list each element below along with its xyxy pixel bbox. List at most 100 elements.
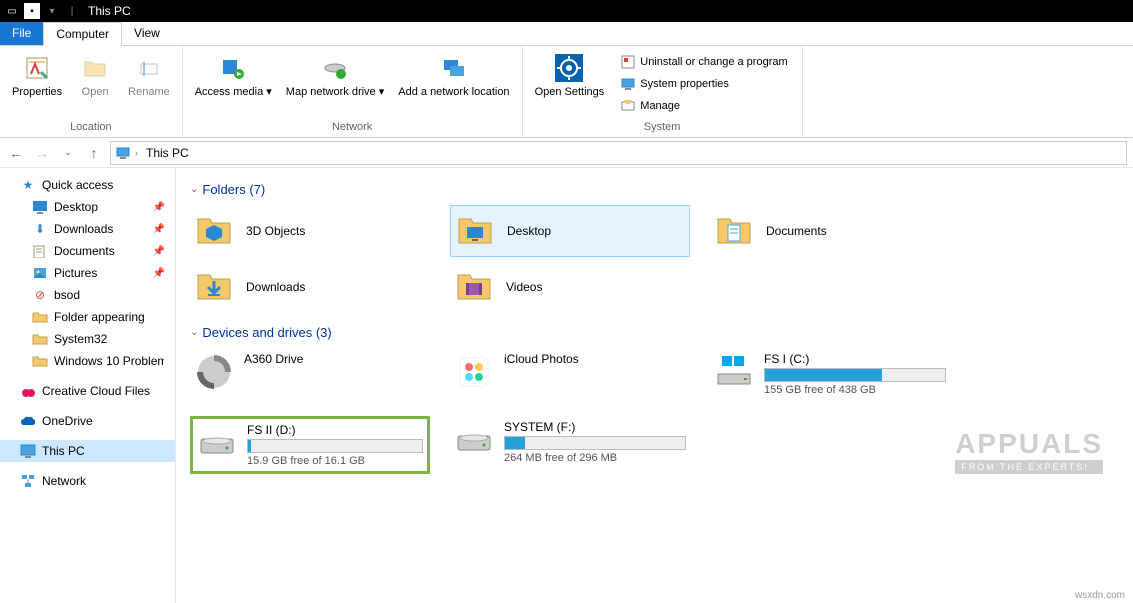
folder-item-videos[interactable]: Videos: [450, 261, 690, 313]
breadcrumb-sep: ›: [135, 148, 138, 158]
tab-computer[interactable]: Computer: [43, 22, 122, 46]
pin-icon: 📌: [153, 246, 165, 257]
drive-free-text: 155 GB free of 438 GB: [764, 384, 946, 396]
chevron-down-icon: ▾: [266, 86, 272, 98]
sidebar-this-pc[interactable]: This PC: [0, 440, 175, 462]
sidebar-item-folder-appearing[interactable]: Folder appearing: [0, 306, 175, 328]
folder-icon: [194, 267, 234, 307]
folder-icon: [32, 331, 48, 347]
drive-name: FS II (D:): [247, 423, 423, 437]
folder-label: Downloads: [246, 280, 305, 294]
pc-icon: [20, 443, 36, 459]
add-location-button[interactable]: Add a network location: [392, 48, 515, 103]
rename-button: Rename: [122, 48, 176, 103]
drive-icon: [454, 352, 494, 392]
manage-icon: [620, 98, 636, 114]
open-settings-button[interactable]: Open Settings: [529, 48, 611, 103]
pin-icon: 📌: [153, 202, 165, 213]
folder-label: 3D Objects: [246, 224, 305, 238]
menubar: File Computer View: [0, 22, 1133, 46]
qat-sep: |: [64, 3, 80, 19]
drive-icon: [714, 352, 754, 392]
network-icon: [20, 473, 36, 489]
sidebar-creative-cloud[interactable]: Creative Cloud Files: [0, 380, 175, 402]
sidebar-network[interactable]: Network: [0, 470, 175, 492]
sidebar-item-system32[interactable]: System32: [0, 328, 175, 350]
system-properties-button[interactable]: System properties: [616, 74, 791, 94]
sidebar-item-win10-problem[interactable]: Windows 10 Problem: [0, 350, 175, 372]
sidebar-quick-access[interactable]: ★ Quick access: [0, 174, 175, 196]
qat-dropdown-icon[interactable]: ▾: [44, 3, 60, 19]
sidebar-onedrive[interactable]: OneDrive: [0, 410, 175, 432]
tab-view[interactable]: View: [122, 22, 172, 45]
onedrive-icon: [20, 413, 36, 429]
properties-button[interactable]: Properties: [6, 48, 68, 103]
chevron-down-icon: ⌄: [190, 184, 198, 195]
downloads-icon: ⬇: [32, 221, 48, 237]
sidebar-item-pictures[interactable]: Pictures 📌: [0, 262, 175, 284]
up-button[interactable]: ↑: [84, 143, 104, 163]
access-media-button[interactable]: Access media ▾: [189, 48, 278, 103]
sidebar-item-desktop[interactable]: Desktop 📌: [0, 196, 175, 218]
pc-icon: [115, 145, 131, 161]
uninstall-button[interactable]: Uninstall or change a program: [616, 52, 791, 72]
drive-item-a360-drive[interactable]: A360 Drive: [190, 348, 430, 400]
sidebar-item-downloads[interactable]: ⬇ Downloads 📌: [0, 218, 175, 240]
ribbon-group-system: Open Settings Uninstall or change a prog…: [523, 46, 803, 137]
properties-icon: [21, 52, 53, 84]
folder-label: Videos: [506, 280, 542, 294]
folder-icon: [454, 267, 494, 307]
tab-file[interactable]: File: [0, 22, 43, 45]
drive-item-fs-i-c-[interactable]: FS I (C:) 155 GB free of 438 GB: [710, 348, 950, 400]
media-icon: [217, 52, 249, 84]
drive-free-text: 15.9 GB free of 16.1 GB: [247, 455, 423, 467]
open-button: Open: [70, 48, 120, 103]
drive-usage-bar: [247, 439, 423, 453]
manage-button[interactable]: Manage: [616, 96, 791, 116]
map-drive-icon: [319, 52, 351, 84]
drive-item-system-f-[interactable]: SYSTEM (F:) 264 MB free of 296 MB: [450, 416, 690, 474]
titlebar: ▭ ▪ ▾ | This PC: [0, 0, 1133, 22]
devices-section-header[interactable]: ⌄ Devices and drives (3): [190, 325, 1119, 340]
drive-item-fs-ii-d-[interactable]: FS II (D:) 15.9 GB free of 16.1 GB: [190, 416, 430, 474]
chevron-down-icon: ⌄: [190, 327, 198, 338]
drive-name: FS I (C:): [764, 352, 946, 366]
folder-item-documents[interactable]: Documents: [710, 205, 950, 257]
drive-item-icloud-photos[interactable]: iCloud Photos: [450, 348, 690, 400]
address-bar[interactable]: › This PC: [110, 141, 1127, 165]
pictures-icon: [32, 265, 48, 281]
rename-icon: [133, 52, 165, 84]
window-icon: ▭: [4, 3, 20, 19]
content-area: ⌄ Folders (7) 3D Objects Desktop Documents…: [176, 168, 1133, 603]
drive-name: iCloud Photos: [504, 352, 686, 366]
map-drive-button[interactable]: Map network drive ▾: [280, 48, 390, 103]
drive-free-text: 264 MB free of 296 MB: [504, 452, 686, 464]
settings-icon: [553, 52, 585, 84]
qat-save-icon[interactable]: ▪: [24, 3, 40, 19]
folder-icon: [32, 309, 48, 325]
folder-icon: ⊘: [32, 287, 48, 303]
creative-cloud-icon: [20, 383, 36, 399]
folder-item-desktop[interactable]: Desktop: [450, 205, 690, 257]
drive-icon: [454, 420, 494, 460]
sidebar-item-documents[interactable]: Documents 📌: [0, 240, 175, 262]
sidebar-item-bsod[interactable]: ⊘ bsod: [0, 284, 175, 306]
folder-item-downloads[interactable]: Downloads: [190, 261, 430, 313]
back-button[interactable]: ←: [6, 143, 26, 163]
breadcrumb[interactable]: This PC: [142, 146, 193, 160]
documents-icon: [32, 243, 48, 259]
drive-name: SYSTEM (F:): [504, 420, 686, 434]
recent-locations-button[interactable]: ⌄: [58, 143, 78, 163]
forward-button[interactable]: →: [32, 143, 52, 163]
drive-usage-bar: [764, 368, 946, 382]
folder-label: Desktop: [507, 224, 551, 238]
uninstall-icon: [620, 54, 636, 70]
drive-icon: [194, 352, 234, 392]
footer-credit: wsxdn.com: [1075, 590, 1125, 601]
navbar: ← → ⌄ ↑ › This PC: [0, 138, 1133, 168]
drive-name: A360 Drive: [244, 352, 426, 366]
folders-section-header[interactable]: ⌄ Folders (7): [190, 182, 1119, 197]
folder-icon: [32, 353, 48, 369]
desktop-icon: [32, 199, 48, 215]
folder-item-3d-objects[interactable]: 3D Objects: [190, 205, 430, 257]
